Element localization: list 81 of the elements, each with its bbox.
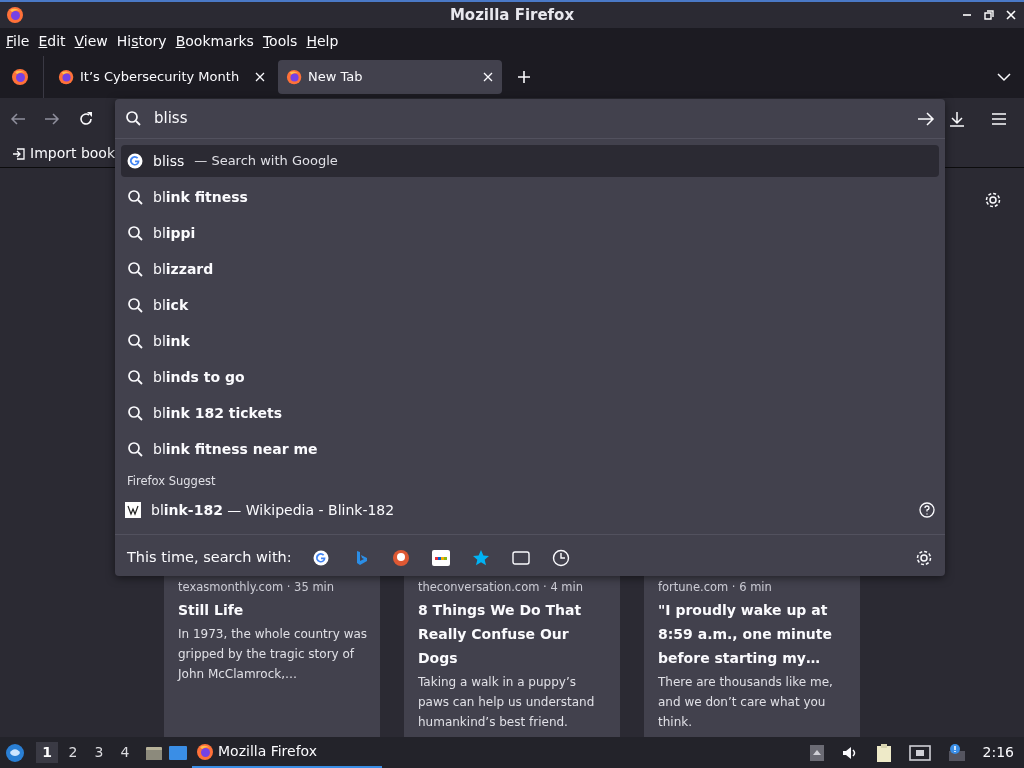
search-icon: [127, 333, 143, 349]
search-icon: [127, 261, 143, 277]
suggestion-item[interactable]: blinds to go: [121, 359, 939, 395]
suggestion-item[interactable]: blick: [121, 287, 939, 323]
menu-item[interactable]: View: [73, 31, 116, 52]
settings-icon[interactable]: [984, 191, 1002, 209]
new-tab-icon[interactable]: [516, 68, 532, 85]
section-heading: Firefox Suggest: [126, 473, 217, 490]
address-field[interactable]: bliss: [154, 107, 905, 130]
menu-icon[interactable]: [990, 110, 1008, 128]
suggestion-item[interactable]: blink: [121, 323, 939, 359]
download-icon[interactable]: [948, 110, 966, 128]
taskbar-window-button[interactable]: Mozilla Firefox: [192, 737, 382, 768]
workspace-button[interactable]: 4: [114, 742, 136, 763]
story-title: "I proudly wake up at 8:59 a.m., one minute before starting my…: [658, 601, 834, 669]
menu-item[interactable]: Help: [305, 31, 347, 52]
search-icon: [127, 405, 143, 421]
clock: 2:16: [982, 743, 1014, 762]
settings-icon[interactable]: [915, 548, 933, 567]
wikipedia-icon: [125, 502, 141, 519]
suggestion-item[interactable]: blink fitness: [121, 179, 939, 215]
story-excerpt: Taking a walk in a puppy’s paws can help us understand humankind’s best friend.: [418, 674, 596, 732]
window-title: Mozilla Firefox: [449, 4, 575, 26]
suggestion-item[interactable]: blizzard: [121, 251, 939, 287]
search-icon: [125, 110, 142, 127]
history-icon[interactable]: [551, 548, 570, 567]
story-excerpt: In 1973, the whole country was gripped by the tragic story of John McClamrock,…: [178, 626, 368, 684]
firefox-icon: [58, 68, 74, 85]
suggestion-item[interactable]: bliss — Search with Google: [121, 145, 939, 177]
star-icon[interactable]: [471, 548, 490, 567]
clipboard-icon[interactable]: [874, 742, 893, 763]
help-icon[interactable]: [919, 502, 935, 519]
back-icon[interactable]: [10, 111, 26, 127]
story-source: theconversation.com · 4 min: [418, 579, 585, 596]
search-icon: [127, 441, 143, 457]
menu-item[interactable]: Bookmarks: [174, 31, 262, 52]
story-source: fortune.com · 6 min: [658, 579, 773, 596]
workspace-button[interactable]: 2: [62, 742, 84, 763]
close-icon[interactable]: [482, 70, 494, 83]
firefox-icon: [196, 742, 214, 761]
close-icon[interactable]: [1004, 8, 1018, 22]
google-icon: [127, 153, 143, 169]
browser-tab[interactable]: New Tab: [278, 59, 502, 94]
suggestion-item[interactable]: blippi: [121, 215, 939, 251]
browser-tab[interactable]: It’s Cybersecurity Month: [50, 59, 274, 94]
search-with-label: This time, search with:: [127, 547, 292, 567]
firefox-logo-icon: [6, 6, 24, 24]
firefox-icon: [286, 68, 302, 85]
story-card[interactable]: fortune.com · 6 min "I proudly wake up at 8:59 a.m., one minute before starting my… There are thousands like me, and we don’t care what you think.: [644, 576, 860, 737]
import-icon: [12, 146, 26, 161]
workspace-button[interactable]: 1: [36, 742, 58, 763]
firefox-icon[interactable]: [11, 67, 29, 86]
search-icon: [127, 225, 143, 241]
network-icon[interactable]: [908, 743, 931, 762]
go-arrow-icon[interactable]: [917, 109, 935, 128]
forward-icon[interactable]: [44, 111, 60, 127]
notification-icon[interactable]: [946, 742, 967, 763]
search-icon: [127, 369, 143, 385]
menu-item[interactable]: File: [5, 31, 38, 52]
search-icon: [127, 189, 143, 205]
story-card[interactable]: texasmonthly.com · 35 min Still Life In 1973, the whole country was gripped by the tragic story of John McClamrock,…: [164, 576, 380, 737]
suggestion-item[interactable]: blink fitness near me: [121, 431, 939, 467]
close-icon[interactable]: [254, 70, 266, 83]
workspace-button[interactable]: 3: [88, 742, 110, 763]
menu-item[interactable]: Edit: [37, 31, 74, 52]
reload-icon[interactable]: [78, 111, 94, 127]
story-excerpt: There are thousands like me, and we don’t care what you think.: [658, 674, 834, 732]
suggestion-item[interactable]: blink-182 — Wikipedia - Blink-182: [119, 492, 941, 529]
story-card[interactable]: theconversation.com · 4 min 8 Things We Do That Really Confuse Our Dogs Taking a walk in a puppy’s paws can help us understand humankind’s best friend.: [404, 576, 620, 737]
suggestion-item[interactable]: blink 182 tickets: [121, 395, 939, 431]
tabs-icon[interactable]: [511, 548, 530, 567]
story-source: texasmonthly.com · 35 min: [178, 579, 336, 596]
menu-item[interactable]: History: [115, 31, 175, 52]
menu-item[interactable]: Tools: [261, 31, 306, 52]
bookmark-item[interactable]: Import book: [12, 143, 116, 164]
story-title: Still Life: [178, 601, 245, 621]
google-icon[interactable]: [311, 548, 330, 567]
story-title: 8 Things We Do That Really Confuse Our Dogs: [418, 601, 583, 669]
search-icon: [127, 297, 143, 313]
start-menu-icon[interactable]: [4, 741, 26, 764]
restore-icon[interactable]: [982, 8, 996, 22]
